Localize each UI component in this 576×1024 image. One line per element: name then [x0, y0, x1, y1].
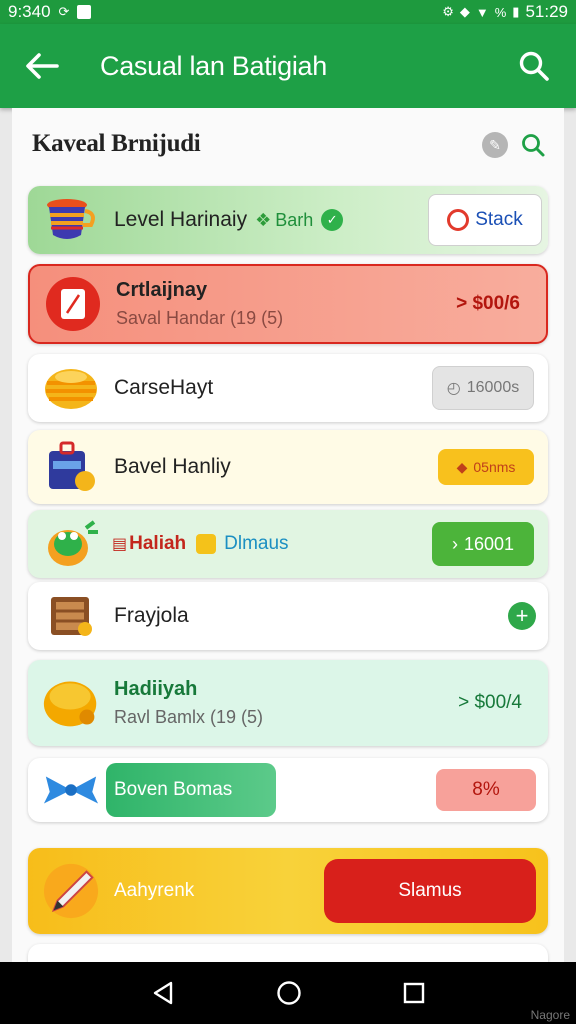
coin-stack-icon: [42, 359, 100, 417]
list-item[interactable]: ▤ Haliah Dlmaus › 16001: [28, 510, 548, 578]
item-value: 16000s: [466, 379, 520, 396]
system-nav-bar: [0, 962, 576, 1024]
item-tag: Barh: [275, 209, 314, 230]
value-chip[interactable]: ◆ 05nms: [438, 449, 534, 485]
item-label: Hadiiyah: [114, 678, 198, 700]
list-item[interactable]: Bavel Hanliy ◆ 05nms: [28, 430, 548, 504]
cup-icon: [42, 191, 100, 249]
swirl-icon: [447, 209, 470, 231]
tag-icon: ◆: [456, 458, 468, 475]
promo-banner[interactable]: Aahyrenk Slamus: [28, 848, 548, 934]
list-item[interactable]: Crtlaijnay Saval Handar (19 (5) > $00/6: [28, 264, 548, 344]
content-panel: Kaveal Brnijudi ✎ Level Harinaiy ❖ Barh …: [12, 108, 564, 962]
box-icon: [42, 438, 100, 496]
item-value: > $00/4: [458, 692, 522, 713]
frog-icon: [42, 515, 100, 573]
check-badge-icon: ✓: [321, 209, 344, 231]
search-button[interactable]: [512, 44, 556, 88]
list-item[interactable]: Frayjola +: [28, 582, 548, 650]
item-label: Crtlaijnay: [116, 279, 208, 301]
item-value: 05nms: [473, 459, 516, 475]
back-button[interactable]: [20, 44, 64, 88]
item-label: Level Harinaiy: [114, 208, 248, 231]
app-bar: Casual lan Batigiah: [0, 24, 576, 108]
pencil-icon: [42, 862, 100, 920]
stack-button-label: Stack: [475, 209, 523, 230]
watermark: Nagore: [530, 1008, 570, 1022]
item-label: Bavel Hanliy: [114, 455, 231, 478]
section-actions: ✎: [482, 132, 546, 158]
nav-home-icon[interactable]: [276, 980, 302, 1006]
gift-icon: [196, 534, 217, 554]
bow-icon: [42, 761, 100, 819]
status-time-right: 51:29: [525, 2, 568, 21]
note-icon: [44, 275, 102, 333]
plus-icon: +: [515, 603, 529, 628]
search-icon: [519, 51, 549, 81]
edit-button[interactable]: ✎: [482, 132, 508, 158]
doc-icon: ▤: [112, 536, 128, 553]
crate-icon: [42, 587, 100, 645]
boven-bomas-button[interactable]: Boven Bomas: [106, 763, 276, 817]
arrow-left-icon: [26, 53, 59, 79]
item-value: 8%: [472, 779, 500, 800]
item-value: 16001: [463, 533, 515, 554]
item-label-secondary: Dlmaus: [224, 533, 289, 554]
nav-back-icon[interactable]: [151, 980, 175, 1006]
slamus-button-label: Slamus: [398, 880, 462, 901]
notification-icon: [77, 5, 92, 19]
app-title: Casual lan Batigiah: [100, 50, 327, 81]
pencil-small-icon: ✎: [489, 136, 501, 153]
value-chip[interactable]: › 16001: [432, 522, 534, 566]
section-title: Kaveal Brnijudi: [32, 130, 201, 157]
slamus-button[interactable]: Slamus: [324, 859, 536, 923]
status-bar: 9:340 ⟳ ⚙ ◆ ▼ % ▮ 51:29: [0, 0, 576, 24]
arrow-right-icon: ›: [451, 533, 458, 554]
list-item[interactable]: Level Harinaiy ❖ Barh ✓ Stack: [28, 186, 548, 254]
battery-icon: ▮: [512, 4, 520, 19]
clock-icon: ◴: [446, 380, 461, 397]
list-item[interactable]: CarseHayt ◴ 16000s: [28, 354, 548, 422]
status-time-left: 9:340: [8, 2, 51, 21]
settings-icon: ⚙: [442, 4, 454, 19]
item-label: CarseHayt: [114, 376, 214, 399]
list-item[interactable]: Hadiiyah Ravl Bamlx (19 (5) > $00/4: [28, 660, 548, 746]
item-label: Haliah: [129, 533, 187, 554]
leaf-icon: ❖: [255, 209, 272, 230]
item-label: Frayjola: [114, 604, 189, 627]
search-small-icon[interactable]: [520, 132, 546, 158]
value-chip[interactable]: ◴ 16000s: [432, 366, 534, 410]
item-sublabel: Ravl Bamlx (19 (5): [114, 707, 264, 727]
item-sublabel: Saval Handar (19 (5): [116, 308, 284, 328]
list-item[interactable]: [28, 944, 548, 962]
value-chip[interactable]: 8%: [436, 769, 536, 811]
item-value: > $00/6: [456, 293, 520, 314]
ball-icon: [42, 674, 100, 732]
nav-recents-icon[interactable]: [403, 982, 425, 1004]
list-item[interactable]: Boven Bomas 8%: [28, 758, 548, 822]
stack-button[interactable]: Stack: [428, 194, 542, 246]
sync-icon: ⟳: [58, 4, 70, 19]
add-button[interactable]: +: [508, 602, 536, 630]
percent-indicator: %: [494, 4, 507, 20]
wifi-icon: ▼: [475, 4, 489, 20]
boven-bomas-label: Boven Bomas: [114, 779, 233, 800]
location-icon: ◆: [459, 4, 470, 19]
banner-label: Aahyrenk: [114, 880, 195, 901]
